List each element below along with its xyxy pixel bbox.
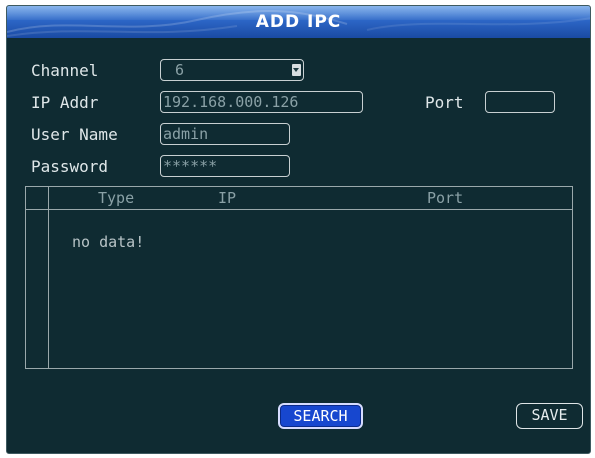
table-index-column (48, 187, 49, 368)
search-button[interactable]: SEARCH (278, 403, 363, 429)
column-header-port: Port (427, 189, 464, 207)
title-bar: ADD IPC (7, 6, 590, 38)
dialog-title: ADD IPC (255, 12, 342, 32)
chevron-down-icon (292, 64, 301, 76)
results-table: Type IP Port no data! (25, 186, 573, 369)
column-header-type: Type (98, 189, 135, 207)
column-header-ip: IP (218, 189, 237, 207)
user-name-field[interactable]: admin (160, 123, 290, 145)
add-ipc-dialog: ADD IPC Channel 6 IP Addr 192.168.000.12… (6, 5, 591, 454)
channel-value: 6 (175, 61, 185, 79)
ip-addr-field[interactable]: 192.168.000.126 (160, 91, 363, 113)
password-label: Password (31, 157, 109, 176)
port-label: Port (425, 93, 464, 112)
table-header-divider (26, 209, 572, 210)
password-field[interactable]: ****** (160, 155, 290, 177)
channel-dropdown[interactable]: 6 (160, 59, 304, 81)
user-name-label: User Name (31, 125, 118, 144)
save-button[interactable]: SAVE (516, 403, 583, 429)
ip-addr-label: IP Addr (31, 93, 99, 112)
port-field[interactable] (485, 91, 555, 113)
channel-label: Channel (31, 61, 99, 80)
empty-table-message: no data! (72, 233, 145, 251)
